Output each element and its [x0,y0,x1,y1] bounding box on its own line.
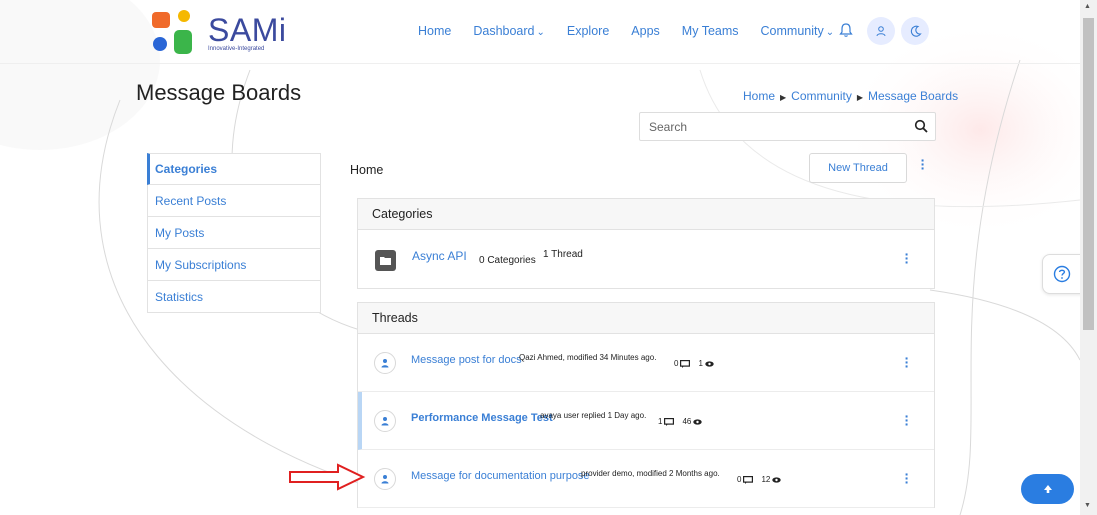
thread-options-icon[interactable]: · · · [902,409,912,431]
categories-header: Categories [358,199,934,230]
search-input[interactable] [640,113,900,140]
moon-icon [910,25,922,37]
chevron-down-icon: ⌄ [536,27,545,38]
theme-toggle-button[interactable] [901,17,929,45]
thread-meta: Qazi Ahmed, modified 34 Minutes ago. [519,353,657,362]
user-icon [876,26,886,37]
thread-meta: avaya user replied 1 Day ago. [540,411,647,420]
user-avatar-icon [374,352,396,374]
brand-logo[interactable]: SAMi Innovative-Integrated [152,8,292,56]
chevron-down-icon: ⌄ [825,27,835,38]
caret-right-icon: ▶ [856,93,864,102]
annotation-arrow-icon [289,463,366,491]
more-options-icon[interactable]: · · · [918,153,928,175]
category-options-icon[interactable]: · · · [902,247,912,269]
bell-icon[interactable] [838,22,854,38]
category-row: Async API 0 Categories 1 Thread · · · [358,230,934,288]
thread-row[interactable]: Message post for docs Qazi Ahmed, modifi… [358,334,934,392]
reply-count: 0 [737,475,742,484]
threads-header: Threads [358,303,934,334]
page: SAMi Innovative-Integrated Home Dashboar… [0,0,1082,515]
sidebar-item-statistics[interactable]: Statistics [147,281,321,313]
sidebar-item-recent-posts[interactable]: Recent Posts [147,185,321,217]
caret-right-icon: ▶ [780,93,787,102]
category-thread-count: 1 Thread [543,249,583,260]
folder-icon [375,250,396,271]
thread-options-icon[interactable]: · · · [902,351,912,373]
eye-icon [772,476,782,483]
page-title: Message Boards [136,80,302,105]
main-nav: Home Dashboard ⌄ Explore Apps My Teams Co… [418,24,856,38]
view-count: 46 [682,417,692,426]
thread-row[interactable]: Message for documentation purpose provid… [358,450,934,508]
thread-meta: provider demo, modified 2 Months ago. [581,469,720,478]
category-subcount: 0 Categories [479,255,536,266]
reply-count: 0 [674,359,679,368]
nav-dashboard-label: Dashboard [473,24,535,38]
comment-icon [743,475,754,484]
thread-title-link[interactable]: Message for documentation purpose [411,470,590,482]
thread-stats: 0 12 [737,475,789,484]
nav-explore[interactable]: Explore [567,24,609,38]
view-count: 1 [698,359,703,368]
thread-stats: 1 46 [658,417,710,426]
user-menu-button[interactable] [867,17,895,45]
thread-title-link[interactable]: Message post for docs [411,354,522,366]
brand-name: SAMi [208,12,287,48]
thread-stats: 0 1 [674,359,722,368]
eye-icon [705,360,714,367]
category-name-link[interactable]: Async API [412,249,467,263]
logo-mark-icon [152,10,192,54]
nav-community-label: Community [760,24,824,38]
user-avatar-icon [374,468,396,490]
sidebar-item-my-subscriptions[interactable]: My Subscriptions [147,249,321,281]
brand-tagline: Innovative-Integrated [208,46,265,52]
sidebar-item-categories[interactable]: Categories [147,153,321,185]
view-count: 12 [761,475,771,484]
nav-dashboard[interactable]: Dashboard ⌄ [473,24,545,38]
top-header: SAMi Innovative-Integrated Home Dashboar… [0,0,1080,64]
reply-count: 1 [658,417,663,426]
comment-icon [680,359,691,368]
thread-row[interactable]: Performance Message Test avaya user repl… [358,392,934,450]
page-scrollbar[interactable]: ▲ ▼ [1080,0,1097,515]
nav-community[interactable]: Community ⌄ [761,24,835,38]
nav-home[interactable]: Home [418,24,451,38]
user-avatar-icon [374,410,396,432]
sidebar-nav: Categories Recent Posts My Posts My Subs… [147,153,321,313]
scroll-up-arrow-icon[interactable]: ▲ [1084,3,1091,10]
new-thread-button[interactable]: New Thread [809,153,907,183]
search-icon[interactable] [914,119,928,133]
thread-options-icon[interactable]: · · · [902,467,912,489]
sidebar-item-my-posts[interactable]: My Posts [147,217,321,249]
help-icon [1053,265,1071,283]
nav-my-teams[interactable]: My Teams [682,24,739,38]
breadcrumb-home[interactable]: Home [743,89,775,103]
breadcrumb-message-boards[interactable]: Message Boards [868,89,958,103]
eye-icon [693,418,703,425]
breadcrumb: Home ▶ Community ▶ Message Boards [743,89,958,103]
breadcrumb-community[interactable]: Community [791,89,852,103]
scrollbar-thumb[interactable] [1083,18,1094,330]
threads-card: Threads Message post for docs Qazi Ahmed… [357,302,935,508]
comment-icon [664,417,675,426]
nav-apps[interactable]: Apps [631,24,660,38]
arrow-up-icon [1043,485,1052,493]
scroll-to-top-button[interactable] [1021,474,1074,504]
board-breadcrumb-home[interactable]: Home [350,163,383,177]
help-button[interactable] [1042,254,1082,294]
search-box [639,112,936,141]
categories-card: Categories Async API 0 Categories 1 Thre… [357,198,935,289]
scroll-down-arrow-icon[interactable]: ▼ [1084,502,1091,509]
thread-title-link[interactable]: Performance Message Test [411,412,553,424]
